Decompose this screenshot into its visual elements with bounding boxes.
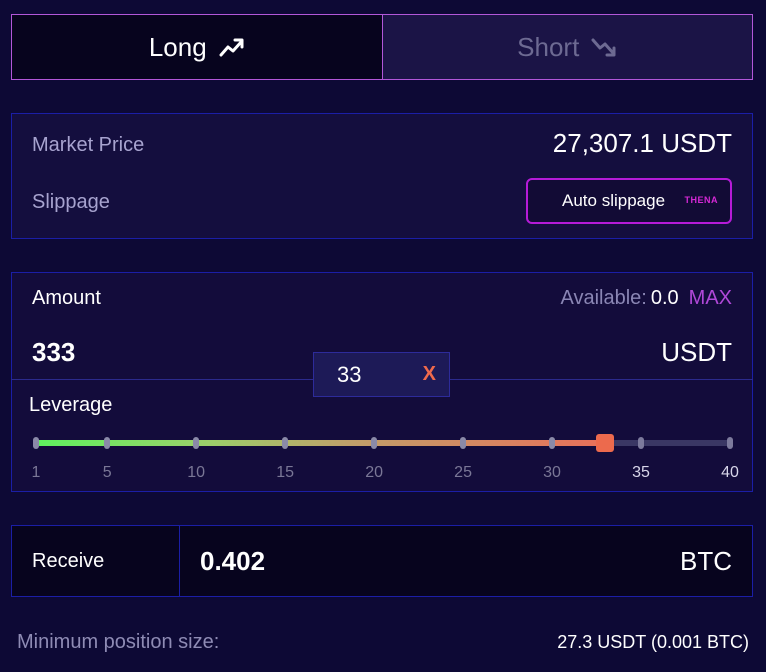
leverage-tick-label: 10 <box>187 464 206 481</box>
slider-step-dot[interactable] <box>727 437 733 449</box>
market-price-label: Market Price <box>32 134 145 156</box>
leverage-tick-label: 40 <box>721 464 739 481</box>
auto-slippage-button[interactable]: Auto slippage THENA <box>526 178 732 224</box>
tab-long[interactable]: Long <box>12 15 382 79</box>
available-value: 0.0 <box>650 287 679 309</box>
slider-step-dot[interactable] <box>638 437 645 449</box>
trend-down-icon <box>591 38 616 57</box>
trade-direction-tabs: Long Short <box>11 14 753 80</box>
leverage-label: Leverage <box>29 394 113 416</box>
slider-step-dot[interactable] <box>193 437 200 449</box>
receive-value-cell: 0.402 BTC <box>180 526 752 596</box>
receive-label: Receive <box>12 526 180 596</box>
slider-step-dot[interactable] <box>282 437 289 449</box>
min-position-value: 27.3 USDT (0.001 BTC) <box>557 632 749 652</box>
max-button[interactable]: MAX <box>689 287 732 310</box>
min-position-label: Minimum position size: <box>17 631 220 653</box>
auto-slippage-label: Auto slippage <box>562 191 666 210</box>
amount-input[interactable] <box>32 337 332 368</box>
leverage-value-popup[interactable]: 33 X <box>313 352 450 397</box>
tab-short[interactable]: Short <box>381 15 752 79</box>
leverage-tick-label: 1 <box>31 464 41 481</box>
available-label: Available: <box>560 287 647 309</box>
tab-long-label: Long <box>148 31 207 62</box>
market-price-value: 27,307.1 USDT <box>552 128 732 158</box>
available-balance: Available: 0.0 MAX <box>560 287 732 310</box>
slippage-label: Slippage <box>32 191 110 213</box>
receive-unit: BTC <box>680 545 732 576</box>
slider-step-dot[interactable] <box>549 437 556 449</box>
tab-short-label: Short <box>517 31 580 62</box>
leverage-value: 33 <box>337 361 362 387</box>
leverage-slider[interactable] <box>33 434 733 452</box>
slider-step-dot[interactable] <box>371 437 378 449</box>
leverage-tick-label: 30 <box>543 464 561 481</box>
leverage-tick-label: 15 <box>276 464 295 481</box>
slider-step-dot[interactable] <box>460 437 467 449</box>
trend-up-icon <box>219 38 244 57</box>
leverage-clear-button[interactable]: X <box>423 363 436 386</box>
leverage-tick-label: 20 <box>365 464 383 481</box>
slider-thumb[interactable] <box>596 434 615 452</box>
amount-label: Amount <box>32 287 101 309</box>
amount-unit: USDT <box>661 337 732 367</box>
leverage-tick-label: 5 <box>102 464 112 481</box>
leverage-tick-label: 35 <box>632 464 650 481</box>
slider-step-dot[interactable] <box>104 437 111 449</box>
thena-logo: THENA <box>684 195 718 205</box>
receive-value: 0.402 <box>200 545 266 576</box>
slider-step-dot[interactable] <box>33 437 39 449</box>
slider-fill <box>36 440 606 446</box>
receive-panel: Receive 0.402 BTC <box>11 525 753 597</box>
market-info-panel: Market Price 27,307.1 USDT Slippage Auto… <box>11 113 753 239</box>
leverage-tick-label: 25 <box>454 464 472 481</box>
